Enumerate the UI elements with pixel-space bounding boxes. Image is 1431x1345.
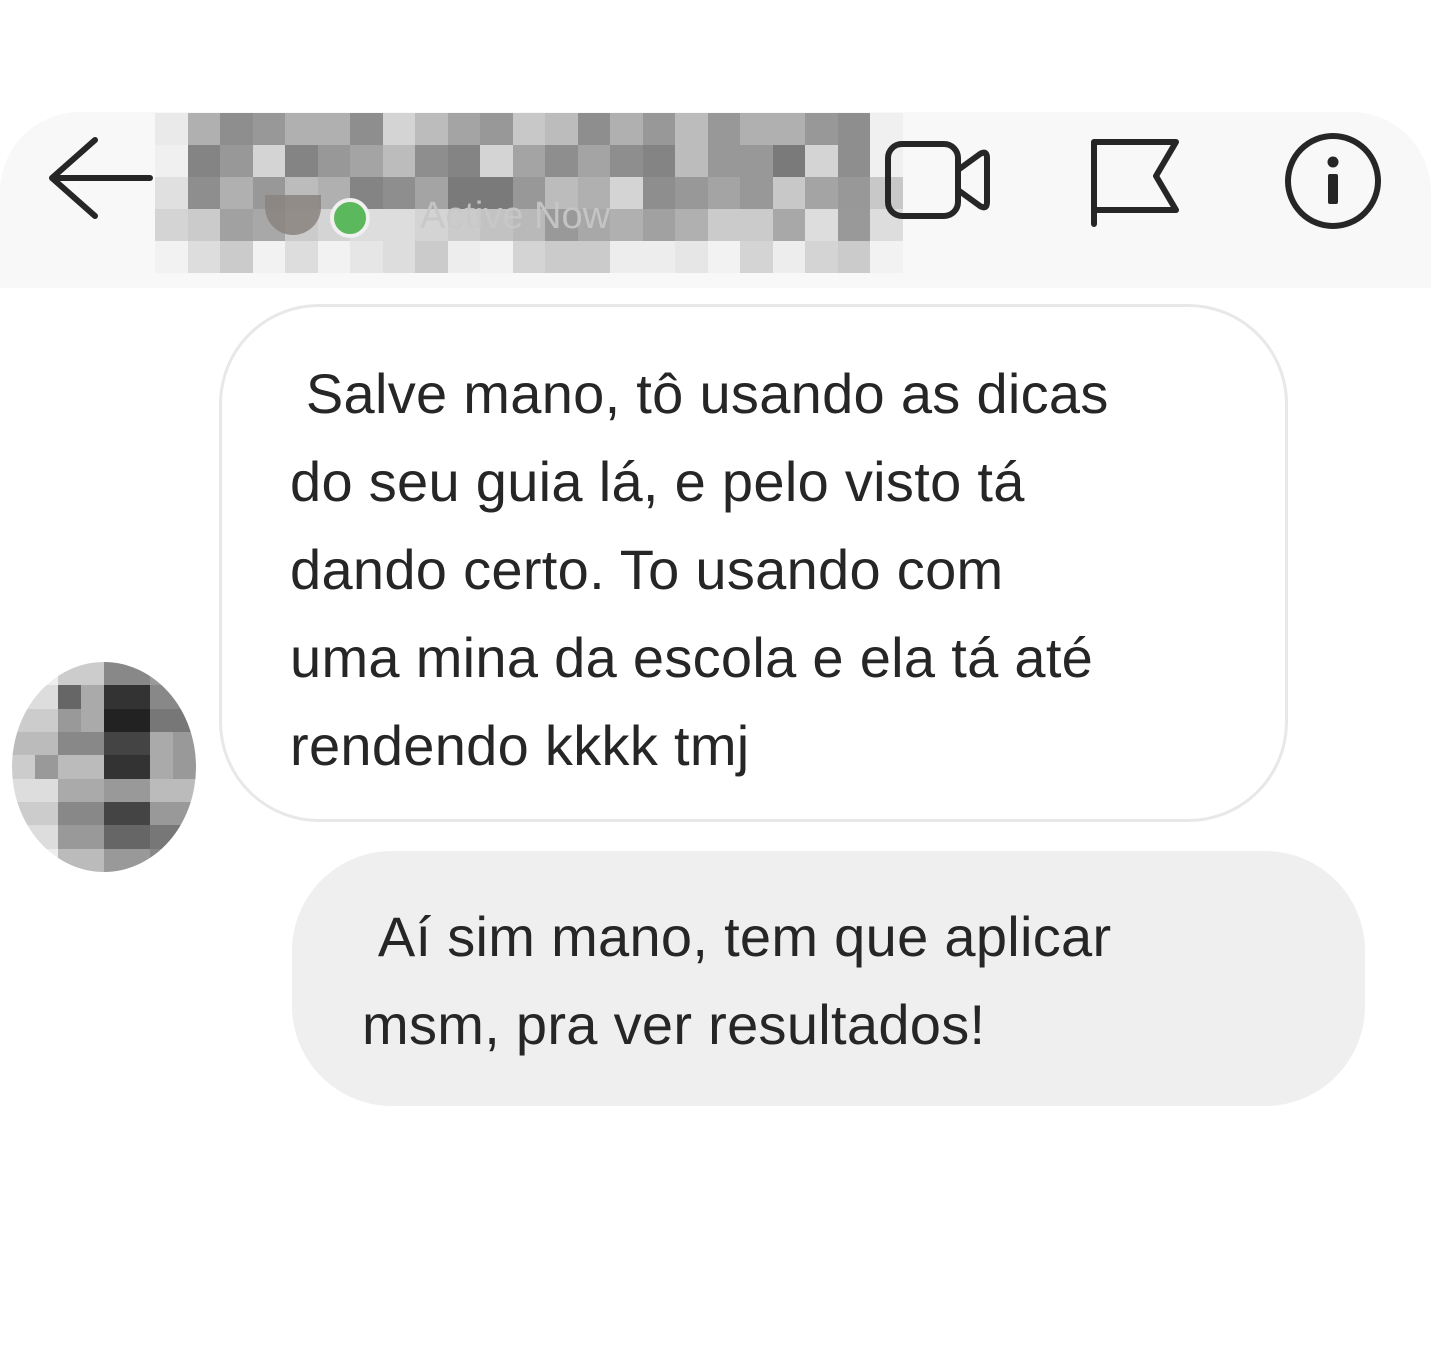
sender-avatar[interactable] — [12, 662, 196, 872]
report-button[interactable] — [1082, 130, 1187, 230]
back-button[interactable] — [40, 130, 158, 226]
video-camera-icon — [885, 141, 990, 219]
censored-contact-overlay — [155, 113, 903, 273]
arrow-left-icon — [49, 137, 153, 219]
info-button[interactable] — [1280, 128, 1386, 234]
flag-icon — [1091, 139, 1179, 227]
incoming-message-bubble: Salve mano, tô usando as dicas do seu gu… — [219, 304, 1288, 822]
video-call-button[interactable] — [880, 130, 995, 230]
info-icon — [1285, 133, 1381, 229]
outgoing-message-bubble: Aí sim mano, tem que aplicar msm, pra ve… — [292, 851, 1365, 1106]
online-indicator — [330, 198, 370, 238]
contact-status: Active Now — [420, 195, 611, 237]
contact-info[interactable]: Active Now — [155, 113, 903, 273]
